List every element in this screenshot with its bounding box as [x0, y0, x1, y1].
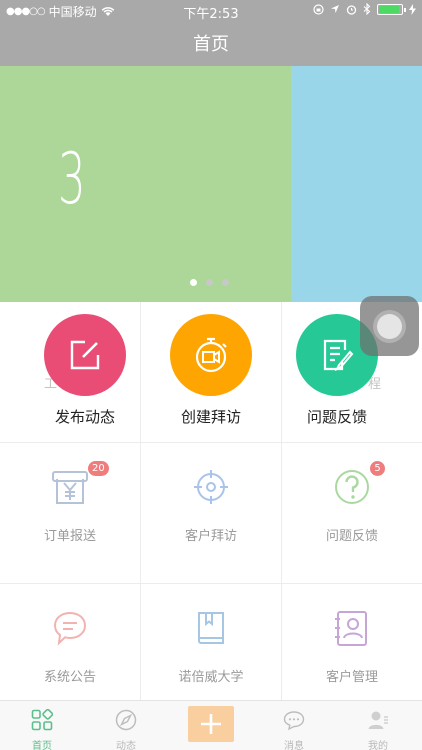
create-visit-label: 创建拜访 — [180, 408, 241, 426]
tab-label: 我的 — [368, 741, 388, 750]
pager-dot — [222, 279, 229, 286]
plus-icon — [201, 714, 221, 734]
location-icon — [331, 5, 339, 13]
grid-item-customer-visit[interactable]: 客户拜访 — [141, 443, 281, 583]
tab-feed[interactable]: 动态 — [84, 701, 168, 750]
bluetooth-icon — [363, 3, 371, 15]
target-icon — [194, 470, 228, 504]
grid-item-order-report[interactable]: 20 订单报送 — [0, 443, 140, 583]
chat-bubble-icon — [53, 611, 87, 646]
book-icon — [198, 612, 224, 644]
alarm-icon — [346, 4, 357, 15]
page-title: 首页 — [193, 34, 229, 55]
banner-carousel[interactable]: 3 — [0, 66, 422, 302]
banner-slide[interactable]: 3 — [0, 66, 291, 302]
tab-label: 动态 — [116, 741, 136, 750]
feedback-label: 问题反馈 — [306, 408, 367, 426]
user-icon — [368, 711, 388, 729]
yuan-receipt-icon — [52, 471, 88, 504]
battery-icon — [377, 3, 406, 15]
banner-slide-next[interactable] — [291, 66, 422, 302]
badge-count: 20 — [88, 461, 109, 476]
lock-rotation-icon — [313, 3, 324, 15]
tab-label: 首页 — [32, 741, 52, 750]
grid-icon — [31, 709, 53, 731]
assistive-touch-button[interactable] — [360, 296, 419, 356]
tab-profile[interactable]: 我的 — [336, 701, 420, 750]
add-button[interactable] — [188, 706, 234, 742]
document-pen-icon — [323, 339, 354, 372]
edit-icon — [70, 340, 100, 370]
charging-icon — [409, 3, 416, 15]
contacts-icon — [335, 611, 367, 646]
grid-item-label: 问题反馈 — [325, 529, 378, 544]
question-icon — [335, 470, 369, 504]
grid-item-feedback[interactable]: 5 问题反馈 — [282, 443, 422, 583]
grid-item-label: 订单报送 — [43, 529, 96, 544]
top-bar: ●●●○○ 中国移动 下午2:53 首页 — [0, 0, 422, 66]
carousel-pager — [190, 279, 229, 286]
grid-item-label: 系统公告 — [43, 670, 96, 685]
pager-dot — [190, 279, 197, 286]
status-bar: ●●●○○ 中国移动 下午2:53 — [0, 0, 422, 22]
compass-icon — [115, 709, 137, 731]
stopwatch-video-icon — [195, 337, 227, 373]
post-update-label: 发布动态 — [54, 408, 115, 426]
slide-number: 3 — [58, 138, 86, 220]
tab-messages[interactable]: 消息 — [252, 701, 336, 750]
grid-item-label: 客户管理 — [325, 670, 378, 685]
grid-item-label: 客户拜访 — [184, 529, 237, 544]
badge-count: 5 — [370, 461, 385, 476]
post-update-button[interactable] — [44, 314, 126, 396]
grid-item-label: 诺倍威大学 — [178, 670, 244, 685]
message-icon — [283, 711, 305, 731]
function-grid: 20 订单报送 客户拜访 5 问题反馈 系统公告 诺倍威大学 客户管理 工 程 … — [0, 302, 422, 700]
pager-dot — [206, 279, 213, 286]
tab-home[interactable]: 首页 — [0, 701, 84, 750]
tab-label: 消息 — [284, 741, 304, 750]
create-visit-button[interactable] — [170, 314, 252, 396]
